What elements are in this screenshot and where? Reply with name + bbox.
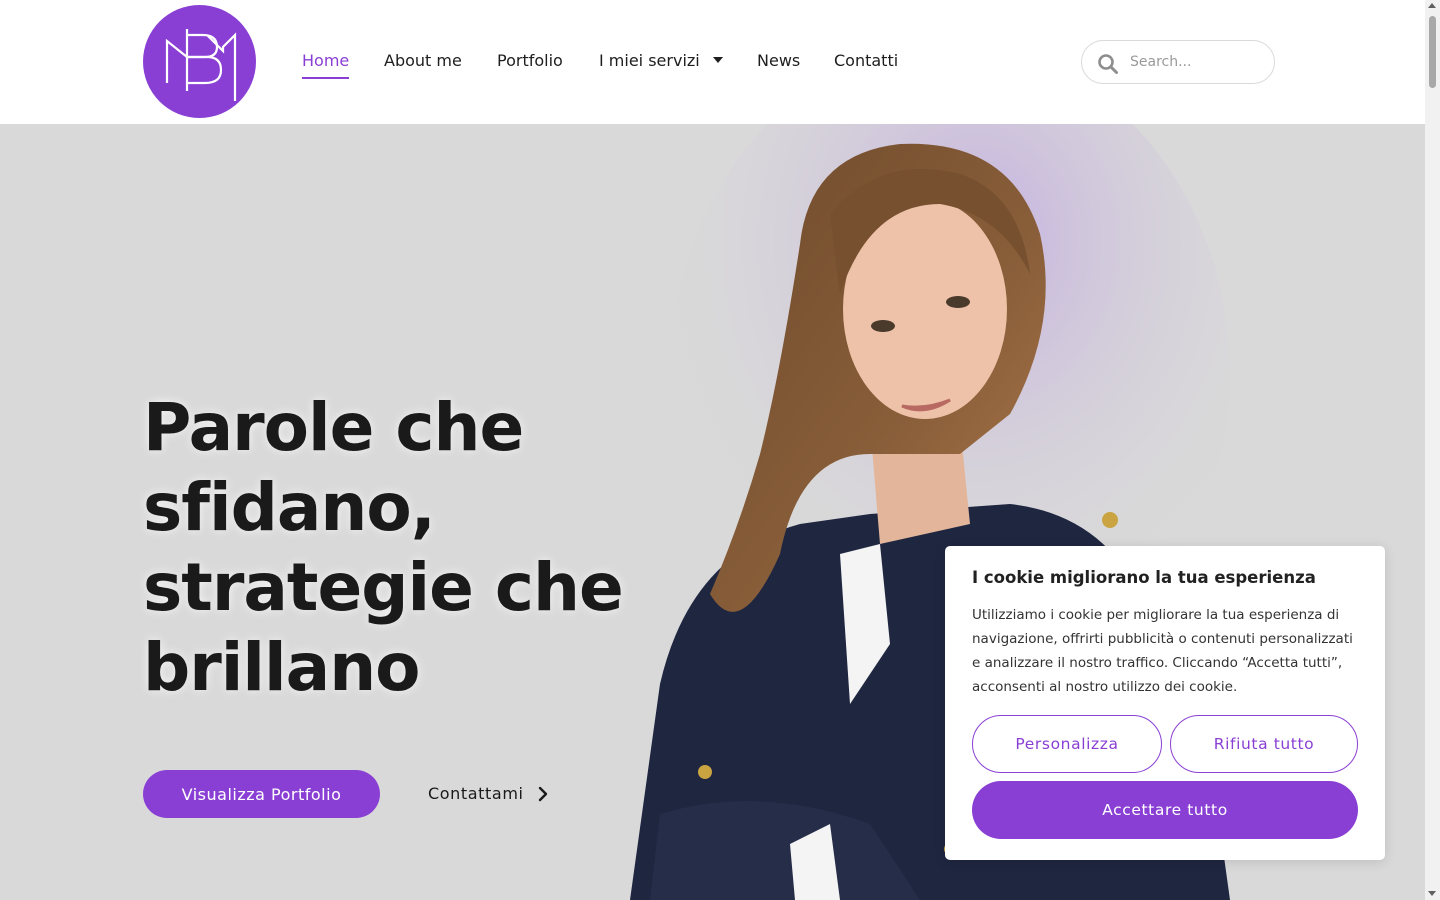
nav-item-home[interactable]: Home: [302, 50, 350, 79]
cookie-title: I cookie migliorano la tua esperienza: [972, 568, 1316, 587]
caret-down-icon: [712, 56, 723, 63]
view-portfolio-button[interactable]: Visualizza Portfolio: [143, 770, 380, 818]
chevron-right-icon: [538, 786, 547, 801]
accept-all-button[interactable]: Accettare tutto: [972, 781, 1358, 839]
hero-title-line: strategie che: [143, 549, 624, 626]
search-input[interactable]: [1130, 51, 1260, 73]
search-box[interactable]: [1081, 40, 1275, 84]
page-scrollbar[interactable]: [1425, 0, 1440, 900]
nav-item-about-me[interactable]: About me: [384, 50, 462, 72]
customize-button[interactable]: Personalizza: [972, 715, 1162, 773]
hero-title-line: Parole che: [143, 389, 524, 466]
hero-title: Parole che sfidano, strategie che brilla…: [143, 388, 663, 708]
hero-title-line: sfidano,: [143, 469, 436, 546]
mb-monogram-icon: [165, 29, 237, 101]
cookie-consent-banner: I cookie migliorano la tua esperienza Ut…: [945, 546, 1385, 860]
nav-item-servizi-label: I miei servizi: [599, 51, 700, 70]
hero-title-line: brillano: [143, 629, 421, 706]
nav-item-portfolio[interactable]: Portfolio: [497, 50, 563, 72]
scroll-down-arrow-icon[interactable]: [1428, 891, 1436, 896]
nav-item-servizi[interactable]: I miei servizi: [599, 50, 723, 72]
contact-link[interactable]: Contattami: [428, 784, 548, 803]
nav-item-contatti[interactable]: Contatti: [834, 50, 898, 72]
scroll-thumb[interactable]: [1429, 16, 1436, 88]
search-icon[interactable]: [1097, 53, 1119, 75]
contact-link-label: Contattami: [428, 784, 524, 803]
cookie-description: Utilizziamo i cookie per migliorare la t…: [972, 607, 1353, 695]
nav-item-news[interactable]: News: [757, 50, 800, 72]
site-header: Home About me Portfolio I miei servizi N…: [0, 0, 1425, 124]
reject-all-button[interactable]: Rifiuta tutto: [1170, 715, 1358, 773]
scroll-up-arrow-icon[interactable]: [1428, 3, 1436, 8]
site-logo[interactable]: [143, 5, 256, 118]
